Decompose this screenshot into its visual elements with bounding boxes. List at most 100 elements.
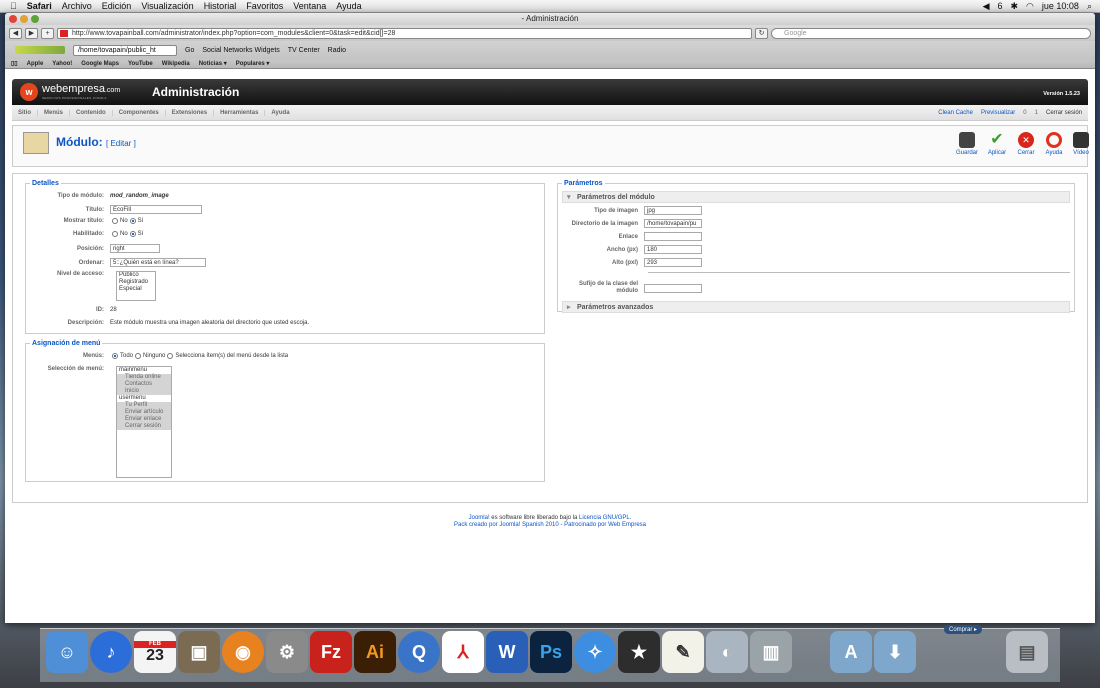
menu-list-item[interactable]: Enviar artículo: [117, 409, 171, 416]
ayuda-button[interactable]: Ayuda: [1040, 132, 1068, 156]
applications-folder-icon[interactable]: A: [830, 631, 872, 673]
menu-ventana[interactable]: Ventana: [293, 1, 326, 11]
acceso-option-especial[interactable]: Especial: [117, 286, 155, 293]
illustrator-icon[interactable]: Ai: [354, 631, 396, 673]
downloads-folder-icon[interactable]: ⬇: [874, 631, 916, 673]
minimize-window-icon[interactable]: [20, 15, 28, 23]
apple-menu-icon[interactable]: : [10, 1, 17, 11]
nav-menus[interactable]: Menús: [38, 109, 71, 116]
alto-input[interactable]: 293: [644, 258, 702, 267]
menu-app-name[interactable]: Safari: [27, 1, 52, 11]
clean-cache-link[interactable]: Clean Cache: [938, 110, 973, 116]
photoshop-icon[interactable]: Ps: [530, 631, 572, 673]
bookmark-noticias[interactable]: Noticias ▾: [199, 60, 227, 67]
reload-icon[interactable]: ↻: [755, 27, 768, 39]
directorio-imagen-input[interactable]: /home/tovapain/pu: [644, 219, 702, 228]
social-widgets-button[interactable]: Social Networks Widgets: [202, 47, 279, 54]
bookmarks-book-icon[interactable]: ▯▯: [11, 60, 18, 67]
joomla-link[interactable]: Joomla!: [469, 515, 490, 521]
ordenar-select[interactable]: 5::¿Quién está en línea?: [110, 258, 206, 267]
iphoto-icon[interactable]: ▣: [178, 631, 220, 673]
module-params-header[interactable]: ▾ Parámetros del módulo: [562, 191, 1070, 203]
preview-icon[interactable]: ✎: [662, 631, 704, 673]
menu-historial[interactable]: Historial: [204, 1, 237, 11]
add-bookmark-button[interactable]: +: [41, 27, 54, 39]
menu-list-item[interactable]: mainmenu: [117, 367, 171, 374]
forward-button[interactable]: ▶: [25, 27, 38, 39]
users-count[interactable]: 1: [1035, 110, 1038, 116]
license-link[interactable]: Licencia GNU/GPL.: [579, 515, 631, 521]
menus-ninguno-radio[interactable]: [135, 353, 142, 359]
ancho-input[interactable]: 180: [644, 245, 702, 254]
menu-archivo[interactable]: Archivo: [62, 1, 92, 11]
quicktime-icon[interactable]: Q: [398, 631, 440, 673]
menu-list-item[interactable]: Cerrar sesión: [117, 423, 171, 430]
itunes-icon[interactable]: ♪: [90, 631, 132, 673]
nav-sitio[interactable]: Sitio: [12, 109, 38, 116]
preview-link[interactable]: Previsualizar: [981, 110, 1015, 116]
titulo-input[interactable]: EcoFill: [110, 205, 202, 214]
bluetooth-icon[interactable]: ✱: [1011, 1, 1019, 12]
close-window-icon[interactable]: [9, 15, 17, 23]
advanced-params-header[interactable]: ▸ Parámetros avanzados: [562, 301, 1070, 313]
bookmark-google-maps[interactable]: Google Maps: [81, 61, 119, 67]
mostrar-si-radio[interactable]: [129, 218, 136, 224]
nivel-acceso-list[interactable]: Público Registrado Especial: [116, 271, 156, 301]
menu-edicion[interactable]: Edición: [102, 1, 132, 11]
menus-todo-radio[interactable]: [112, 353, 118, 359]
bookmark-populares[interactable]: Populares ▾: [236, 60, 270, 67]
spotlight-icon[interactable]: ⌕: [1087, 1, 1092, 12]
acceso-option-registrado[interactable]: Registrado: [117, 279, 155, 286]
menu-list-item[interactable]: Tienda online: [117, 374, 171, 381]
ical-icon[interactable]: FEB 23: [134, 631, 176, 673]
firefox-icon[interactable]: ◉: [222, 631, 264, 673]
menu-list-item[interactable]: Inicio: [117, 388, 171, 395]
menu-ayuda[interactable]: Ayuda: [336, 1, 361, 11]
volume-icon[interactable]: ◀: [983, 1, 990, 12]
menu-favoritos[interactable]: Favoritos: [246, 1, 283, 11]
bookmark-apple[interactable]: Apple: [27, 61, 44, 67]
url-field[interactable]: http://www.tovapainball.com/administrato…: [57, 27, 752, 39]
aplicar-button[interactable]: ✔ Aplicar: [983, 132, 1011, 157]
safari-icon[interactable]: ✧: [574, 631, 616, 673]
go-button[interactable]: Go: [185, 47, 194, 54]
search-field[interactable]: Google: [771, 27, 1091, 39]
menu-visualizacion[interactable]: Visualización: [141, 1, 193, 11]
nav-contenido[interactable]: Contenido: [70, 109, 113, 116]
back-button[interactable]: ◀: [9, 27, 22, 39]
bookmark-youtube[interactable]: YouTube: [128, 61, 153, 67]
enlace-input[interactable]: [644, 232, 702, 241]
habilitado-si-radio[interactable]: [129, 231, 136, 237]
bookmark-yahoo[interactable]: Yahoo!: [52, 61, 72, 67]
guardar-button[interactable]: Guardar: [953, 132, 981, 156]
menu-list-item[interactable]: Enviar enlace: [117, 416, 171, 423]
messages-count[interactable]: 0: [1023, 110, 1026, 116]
menus-selecciona-radio[interactable]: [167, 353, 174, 359]
seleccion-menu-list[interactable]: mainmenu Tienda online Contactos Inicio user…: [116, 366, 172, 478]
posicion-select[interactable]: right: [110, 244, 160, 253]
address-book-icon[interactable]: ◐: [706, 631, 748, 673]
acrobat-icon[interactable]: ⅄: [442, 631, 484, 673]
nav-extensiones[interactable]: Extensiones: [166, 109, 215, 116]
cerrar-button[interactable]: ✕ Cerrar: [1012, 132, 1040, 156]
trash-full-icon[interactable]: ▥: [750, 631, 792, 673]
trash-icon[interactable]: ▤: [1006, 631, 1048, 673]
clock[interactable]: jue 10:08: [1042, 1, 1079, 11]
imovie-icon[interactable]: ★: [618, 631, 660, 673]
footer-credits[interactable]: Pack creado por Joomla! Spanish 2010 - P…: [5, 522, 1095, 529]
nav-componentes[interactable]: Componentes: [113, 109, 166, 116]
zoom-window-icon[interactable]: [31, 15, 39, 23]
path-search-box[interactable]: /home/tovapain/public_ht: [73, 44, 177, 56]
mostrar-no-radio[interactable]: [112, 218, 118, 224]
tv-center-button[interactable]: TV Center: [288, 47, 320, 54]
system-preferences-icon[interactable]: ⚙: [266, 631, 308, 673]
video-button[interactable]: Vídeo: [1067, 132, 1095, 156]
battery-count[interactable]: 6: [997, 1, 1002, 11]
filezilla-icon[interactable]: Fz: [310, 631, 352, 673]
menu-list-item[interactable]: usermenu: [117, 395, 171, 402]
nav-herramientas[interactable]: Herramientas: [214, 109, 266, 116]
menu-list-item[interactable]: Tu Perfil: [117, 402, 171, 409]
menu-list-item[interactable]: Contactos: [117, 381, 171, 388]
bookmark-wikipedia[interactable]: Wikipedia: [162, 61, 190, 67]
tipo-imagen-input[interactable]: jpg: [644, 206, 702, 215]
